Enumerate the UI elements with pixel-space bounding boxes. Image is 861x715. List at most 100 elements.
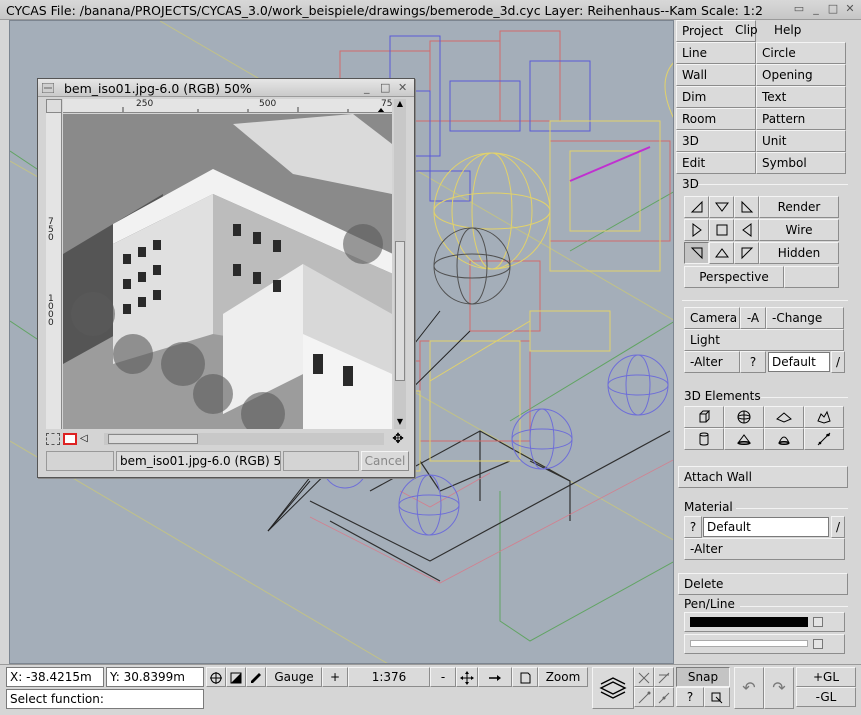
- cube-element-button[interactable]: [684, 406, 724, 428]
- freeform-element-button[interactable]: [804, 406, 844, 428]
- image-horizontal-scrollbar[interactable]: [104, 433, 384, 445]
- attach-wall-button[interactable]: Attach Wall: [678, 466, 848, 488]
- gauge-button[interactable]: Gauge: [266, 667, 322, 687]
- fill-toggle-button[interactable]: [226, 667, 246, 687]
- view-front-button[interactable]: [709, 196, 734, 218]
- navigate-move-icon[interactable]: ✥: [390, 431, 406, 447]
- wire-button[interactable]: Wire: [759, 219, 839, 241]
- zoom-button[interactable]: Zoom: [538, 667, 588, 687]
- ruler-corner[interactable]: [46, 99, 62, 113]
- opening-button[interactable]: Opening: [756, 64, 846, 86]
- camera-button[interactable]: Camera: [684, 307, 740, 329]
- vertical-scroll-thumb[interactable]: [395, 241, 405, 381]
- render-button[interactable]: Render: [759, 196, 839, 218]
- light-edit-button[interactable]: /: [831, 351, 845, 373]
- snap-options-button[interactable]: [704, 687, 730, 707]
- gl-minus-button[interactable]: -GL: [796, 687, 856, 707]
- horizontal-scroll-thumb[interactable]: [108, 434, 198, 444]
- line-style-selector[interactable]: [684, 634, 845, 654]
- view-back-right-button[interactable]: [734, 242, 759, 264]
- camera-change-button[interactable]: -Change: [766, 307, 844, 329]
- material-alter-button[interactable]: -Alter: [684, 538, 845, 560]
- page-button[interactable]: [512, 667, 538, 687]
- rendered-image[interactable]: [63, 114, 392, 429]
- gl-plus-button[interactable]: +GL: [796, 667, 856, 687]
- layers-button[interactable]: [592, 667, 634, 709]
- camera-a-button[interactable]: -A: [740, 307, 766, 329]
- hidden-button[interactable]: Hidden: [759, 242, 839, 264]
- menu-help[interactable]: Help: [769, 20, 809, 42]
- scale-field[interactable]: 1:376: [348, 667, 430, 687]
- line-button[interactable]: Line: [676, 42, 756, 64]
- snap-mid-button[interactable]: [654, 687, 674, 707]
- snap-line-button[interactable]: [634, 667, 654, 687]
- light-button[interactable]: Light: [684, 329, 844, 351]
- pen-tool-button[interactable]: [246, 667, 266, 687]
- view-left-button[interactable]: [684, 219, 709, 241]
- direction-button[interactable]: [478, 667, 512, 687]
- room-button[interactable]: Room: [676, 108, 756, 130]
- help-query-button[interactable]: ?: [676, 687, 704, 707]
- pen-color-selector[interactable]: [684, 612, 845, 632]
- snap-button[interactable]: Snap: [676, 667, 730, 687]
- triangle-right-icon: [692, 223, 702, 237]
- minimize-button[interactable]: _: [809, 2, 823, 16]
- view-front-right-button[interactable]: [734, 196, 759, 218]
- vertex-element-button[interactable]: [804, 428, 844, 450]
- material-query-button[interactable]: ?: [684, 516, 702, 538]
- symbol-button[interactable]: Symbol: [756, 152, 846, 174]
- light-alter-button[interactable]: -Alter: [684, 351, 740, 373]
- text-button[interactable]: Text: [756, 86, 846, 108]
- dim-button[interactable]: Dim: [676, 86, 756, 108]
- pattern-button[interactable]: Pattern: [756, 108, 846, 130]
- snap-end-button[interactable]: [634, 687, 654, 707]
- cone-element-button[interactable]: [724, 428, 764, 450]
- material-edit-button[interactable]: /: [831, 516, 845, 538]
- perspective-button[interactable]: Perspective: [684, 266, 784, 288]
- image-window-titlebar[interactable]: bem_iso01.jpg-6.0 (RGB) 50% _ □ ✕: [38, 79, 414, 97]
- scale-decrease-button[interactable]: -: [430, 667, 456, 687]
- select-rect-icon[interactable]: [46, 433, 60, 445]
- light-query-button[interactable]: ?: [740, 351, 766, 373]
- material-name-field[interactable]: Default: [703, 517, 829, 537]
- nav-arrow-icon[interactable]: ◁: [80, 433, 94, 445]
- sphere-element-button[interactable]: [724, 406, 764, 428]
- ruler-v-label-1: 750: [48, 217, 54, 243]
- image-window-close-button[interactable]: ✕: [398, 81, 407, 94]
- scale-increase-button[interactable]: +: [322, 667, 348, 687]
- edit-button[interactable]: Edit: [676, 152, 756, 174]
- undo-button[interactable]: ↶: [734, 667, 764, 709]
- scroll-up-arrow-icon[interactable]: ▲: [395, 99, 405, 109]
- close-button[interactable]: ✕: [843, 2, 857, 16]
- view-top-button[interactable]: [709, 219, 734, 241]
- roof-element-button[interactable]: [764, 406, 804, 428]
- light-name-field[interactable]: Default: [768, 352, 830, 372]
- perspective-spacer: [784, 266, 839, 288]
- view-right-button[interactable]: [734, 219, 759, 241]
- delete-button[interactable]: Delete: [678, 573, 848, 595]
- quick-mask-icon[interactable]: [63, 433, 77, 445]
- window-menu-icon[interactable]: [42, 83, 54, 93]
- unit-button[interactable]: Unit: [756, 130, 846, 152]
- dome-element-button[interactable]: [764, 428, 804, 450]
- 3d-button[interactable]: 3D: [676, 130, 756, 152]
- window-menu-button[interactable]: ▭: [792, 2, 806, 16]
- menu-clip[interactable]: Clip: [730, 20, 762, 42]
- snap-point-button[interactable]: [206, 667, 226, 687]
- circle-button[interactable]: Circle: [756, 42, 846, 64]
- maximize-button[interactable]: □: [826, 2, 840, 16]
- redo-button[interactable]: ↷: [764, 667, 794, 709]
- snap-intersect-button[interactable]: [654, 667, 674, 687]
- scroll-down-arrow-icon[interactable]: ▼: [395, 417, 405, 427]
- view-back-left-button[interactable]: [684, 242, 709, 264]
- view-front-left-button[interactable]: [684, 196, 709, 218]
- image-vertical-scrollbar[interactable]: ▲ ▼: [394, 99, 406, 429]
- image-viewer-window[interactable]: bem_iso01.jpg-6.0 (RGB) 50% _ □ ✕ 250 50…: [37, 78, 415, 478]
- cylinder-element-button[interactable]: [684, 428, 724, 450]
- cancel-button[interactable]: Cancel: [361, 451, 409, 471]
- pan-button[interactable]: [456, 667, 478, 687]
- view-back-button[interactable]: [709, 242, 734, 264]
- image-window-max-button[interactable]: □: [380, 81, 390, 94]
- image-window-min-button[interactable]: _: [364, 81, 370, 94]
- wall-button[interactable]: Wall: [676, 64, 756, 86]
